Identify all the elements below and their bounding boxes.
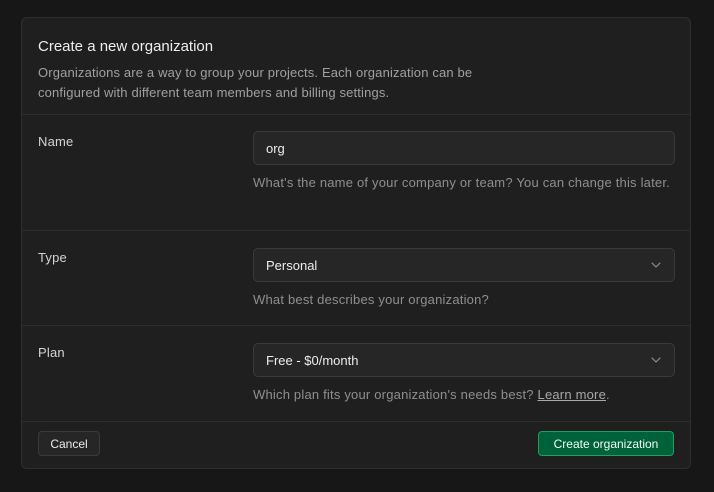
chevron-down-icon bbox=[650, 259, 662, 271]
type-field-row: Type Personal What best describes your o… bbox=[22, 231, 690, 326]
create-organization-panel: Create a new organization Organizations … bbox=[21, 17, 691, 469]
plan-selected-value: Free - $0/month bbox=[266, 352, 359, 368]
panel-description: Organizations are a way to group your pr… bbox=[38, 65, 473, 100]
type-selected-value: Personal bbox=[266, 257, 318, 273]
panel-footer: Cancel Create organization bbox=[22, 420, 690, 468]
learn-more-link[interactable]: Learn more bbox=[538, 387, 606, 402]
name-label: Name bbox=[38, 134, 74, 149]
panel-header: Create a new organization Organizations … bbox=[22, 18, 690, 115]
plan-help-text: Which plan fits your organization's need… bbox=[253, 385, 683, 405]
type-help-text: What best describes your organization? bbox=[253, 292, 489, 307]
organization-name-input[interactable] bbox=[253, 131, 675, 165]
organization-plan-select[interactable]: Free - $0/month bbox=[253, 343, 675, 377]
type-label: Type bbox=[38, 250, 67, 265]
name-field-row: Name What's the name of your company or … bbox=[22, 115, 690, 231]
plan-field-row: Plan Free - $0/month Which plan fits you… bbox=[22, 326, 690, 422]
chevron-down-icon bbox=[650, 354, 662, 366]
cancel-button[interactable]: Cancel bbox=[38, 431, 100, 456]
plan-help-suffix: . bbox=[606, 387, 610, 402]
panel-title: Create a new organization bbox=[38, 38, 214, 55]
name-help-text: What's the name of your company or team?… bbox=[253, 175, 670, 190]
plan-label: Plan bbox=[38, 345, 65, 360]
plan-help-prefix: Which plan fits your organization's need… bbox=[253, 387, 534, 402]
organization-type-select[interactable]: Personal bbox=[253, 248, 675, 282]
create-organization-button[interactable]: Create organization bbox=[538, 431, 674, 456]
